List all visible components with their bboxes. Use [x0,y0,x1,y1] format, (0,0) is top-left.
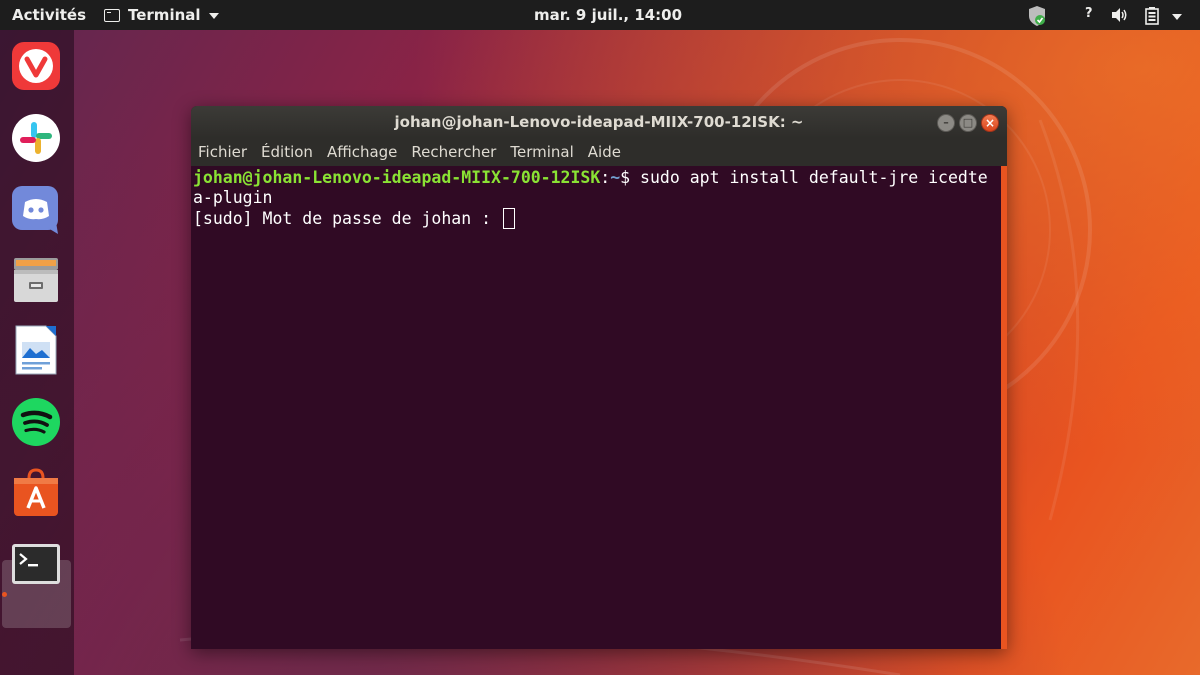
command-line: johan@johan-Lenovo-ideapad-MIIX-700-12IS… [193,168,1001,188]
vivaldi-icon[interactable] [10,40,62,92]
menu-terminal[interactable]: Terminal [503,143,580,161]
discord-icon[interactable] [10,184,62,236]
command-continuation: a-plugin [193,188,273,207]
battery-icon[interactable] [1145,7,1159,29]
running-indicator [2,592,7,597]
app-menu-label: Terminal [128,6,201,24]
minimize-icon: – [943,116,949,129]
minimize-button[interactable]: – [937,114,955,132]
app-menu[interactable]: Terminal [104,6,219,24]
prompt-path: ~ [610,168,621,187]
software-icon[interactable] [10,466,62,518]
menu-edition[interactable]: Édition [254,143,320,161]
help-icon[interactable]: ? [1085,6,1093,21]
menu-fichier[interactable]: Fichier [191,143,254,161]
menu-affichage[interactable]: Affichage [320,143,404,161]
clock[interactable]: mar. 9 juil., 14:00 [534,6,682,24]
text-cursor [502,208,515,229]
close-button[interactable]: × [981,114,999,132]
volume-icon[interactable] [1111,7,1129,27]
chevron-down-icon [208,13,219,19]
sudo-line: [sudo] Mot de passe de johan : [193,208,1001,229]
menu-rechercher[interactable]: Rechercher [404,143,503,161]
terminal-small-icon [104,8,120,22]
activities-button[interactable]: Activités [12,6,86,24]
close-icon: × [984,116,996,130]
maximize-icon: □ [962,116,974,129]
scrollbar[interactable] [1001,166,1007,649]
system-menu-chevron-icon[interactable] [1172,14,1182,20]
window-titlebar[interactable]: johan@johan-Lenovo-ideapad-MIIX-700-12IS… [191,106,1007,138]
prompt-separator: : [600,168,611,187]
slack-icon[interactable] [10,112,62,164]
top-bar: Activités Terminal mar. 9 juil., 14:00 ? [0,0,1200,30]
prompt-user-host: johan@johan-Lenovo-ideapad-MIIX-700-12IS… [193,168,601,187]
menu-aide[interactable]: Aide [581,143,628,161]
command-text: sudo apt install default-jre icedte [640,168,988,187]
terminal-icon[interactable] [10,538,62,590]
shield-icon[interactable] [1027,5,1047,31]
terminal-window[interactable]: johan@johan-Lenovo-ideapad-MIIX-700-12IS… [191,106,1007,649]
spotify-icon[interactable] [10,396,62,448]
window-title: johan@johan-Lenovo-ideapad-MIIX-700-12IS… [394,113,804,131]
terminal-output[interactable]: johan@johan-Lenovo-ideapad-MIIX-700-12IS… [191,166,1001,649]
menu-bar: Fichier Édition Affichage Rechercher Ter… [191,138,1007,166]
sudo-prompt: [sudo] Mot de passe de johan : [193,209,501,228]
dock [0,30,74,675]
files-icon[interactable] [10,254,62,306]
prompt-end: $ [620,168,641,187]
maximize-button[interactable]: □ [959,114,977,132]
writer-icon[interactable] [10,324,62,376]
